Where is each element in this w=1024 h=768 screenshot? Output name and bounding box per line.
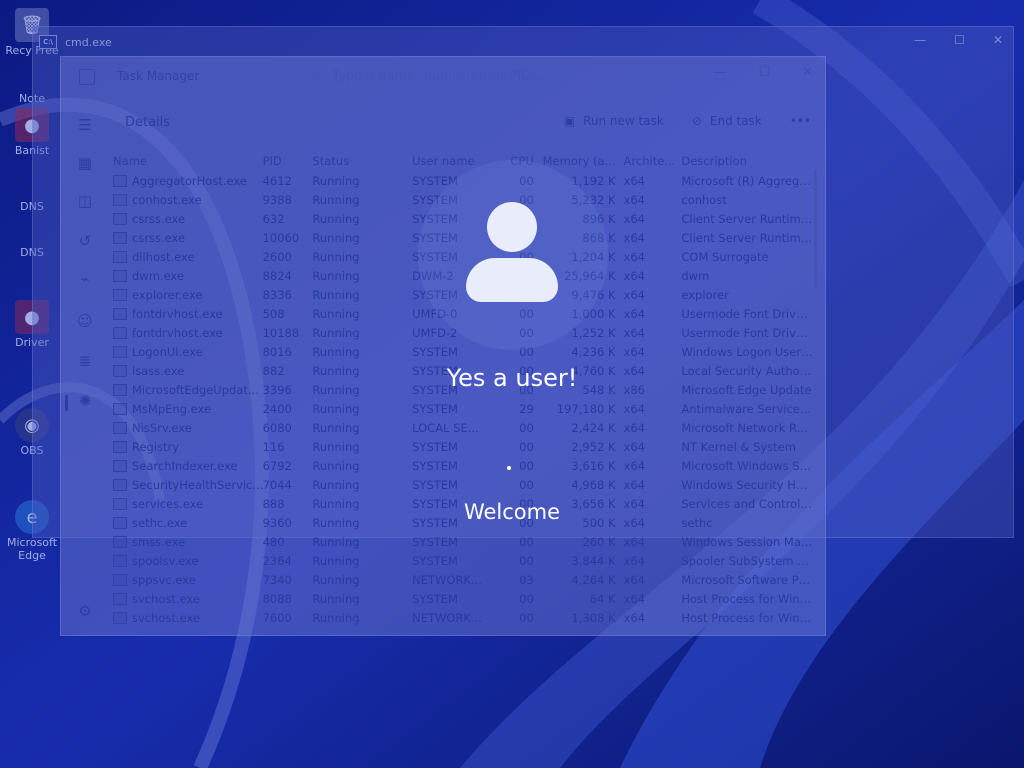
user-head-icon xyxy=(487,202,537,252)
avatar xyxy=(466,202,558,302)
user-body-icon xyxy=(466,258,558,302)
username-label: Yes a user! xyxy=(446,364,578,392)
loading-spinner-icon xyxy=(507,466,511,470)
welcome-status: Welcome xyxy=(463,500,561,524)
